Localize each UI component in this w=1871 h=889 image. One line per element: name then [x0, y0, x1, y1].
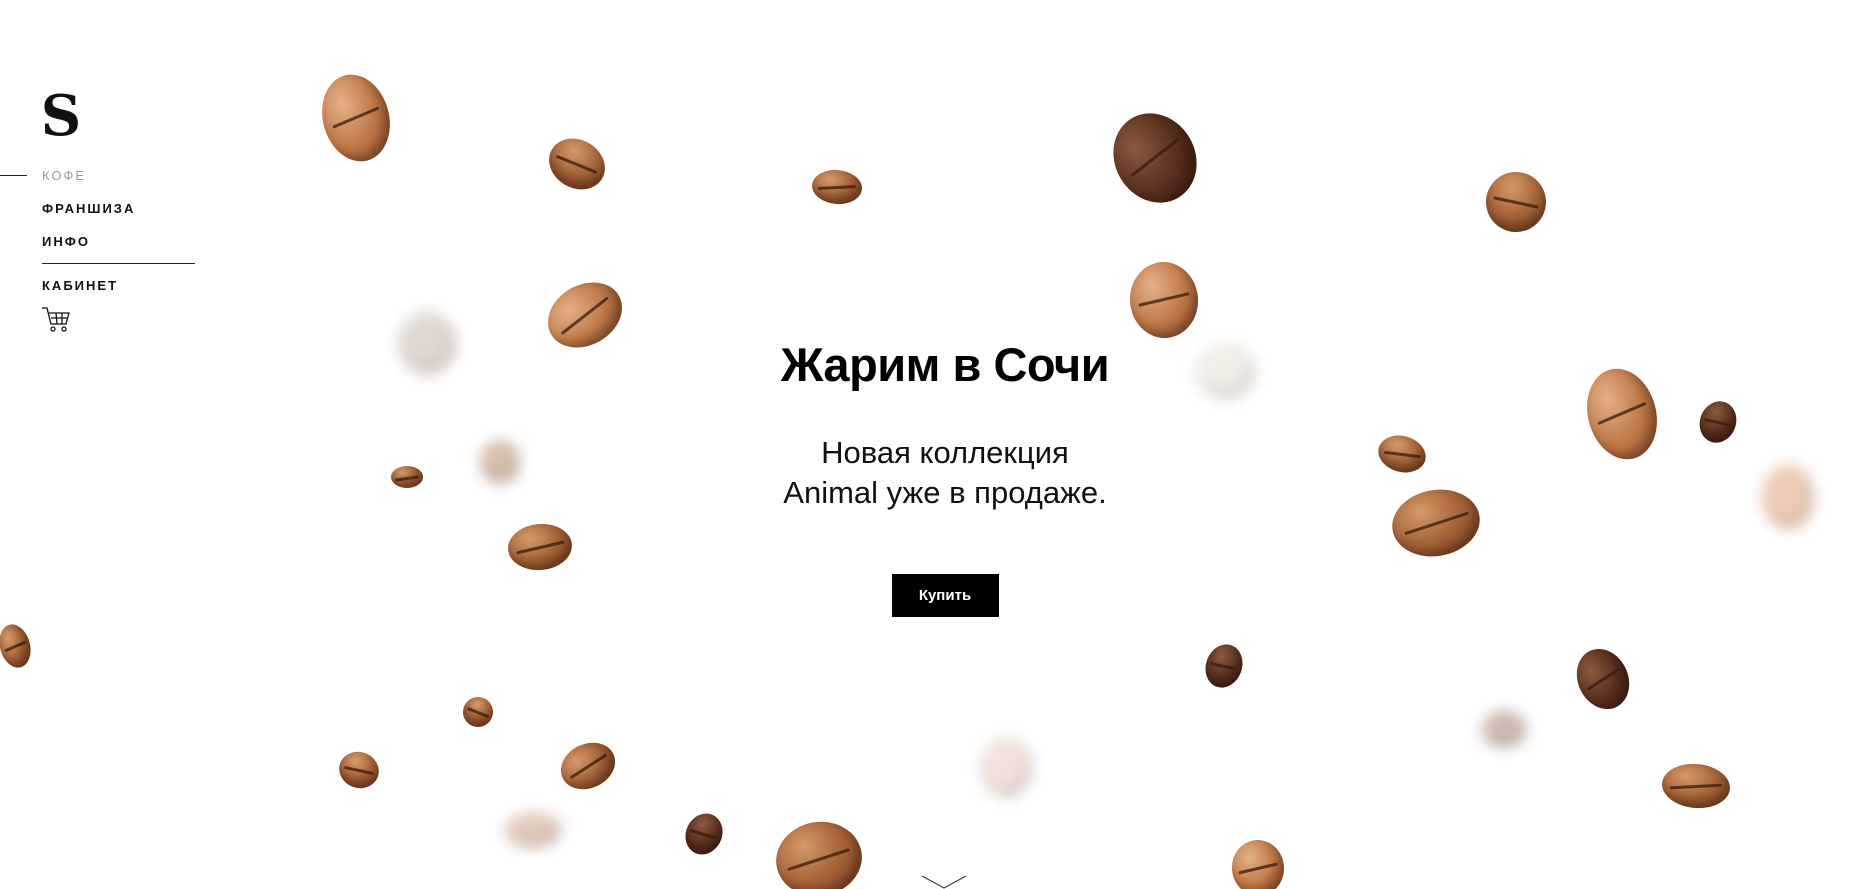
coffee-bean	[1374, 430, 1430, 478]
hero-subtitle-line-2: Animal уже в продаже.	[783, 475, 1107, 510]
coffee-bean	[312, 66, 400, 170]
hero-title: Жарим в Сочи	[780, 338, 1110, 391]
buy-button[interactable]: Купить	[891, 574, 999, 617]
coffee-bean	[1199, 639, 1249, 693]
coffee-bean	[980, 737, 1032, 797]
coffee-bean	[770, 815, 868, 889]
coffee-bean	[398, 312, 456, 374]
coffee-bean	[1229, 837, 1287, 889]
nav-divider	[42, 263, 195, 264]
coffee-bean	[1482, 710, 1526, 748]
page: S КОФЕ ФРАНШИЗА ИНФО КАБИНЕТ Жарим в Соч…	[0, 0, 1871, 889]
chevron-down-icon[interactable]	[921, 875, 967, 889]
coffee-bean	[553, 734, 623, 798]
coffee-bean	[1126, 259, 1202, 341]
active-nav-indicator	[0, 175, 27, 176]
hero: Жарим в Сочи Новая коллекция Animal уже …	[640, 330, 1250, 617]
sidebar: S КОФЕ ФРАНШИЗА ИНФО КАБИНЕТ	[0, 0, 200, 360]
coffee-bean	[1577, 360, 1667, 468]
coffee-bean	[1762, 465, 1814, 529]
coffee-bean	[1693, 396, 1743, 448]
nav-item-coffee[interactable]: КОФЕ	[42, 168, 86, 183]
coffee-bean	[1386, 482, 1486, 564]
coffee-bean	[480, 440, 520, 484]
coffee-bean	[505, 812, 561, 848]
nav-item-info[interactable]: ИНФО	[42, 234, 90, 249]
hero-subtitle: Новая коллекция Animal уже в продаже.	[640, 433, 1250, 513]
coffee-bean	[1567, 640, 1639, 718]
coffee-bean	[536, 269, 634, 361]
coffee-bean	[1660, 761, 1732, 811]
coffee-bean	[457, 691, 499, 733]
hero-subtitle-line-1: Новая коллекция	[821, 435, 1069, 470]
coffee-bean	[0, 620, 36, 672]
coffee-bean	[1097, 98, 1213, 218]
coffee-bean	[506, 521, 574, 573]
coffee-bean	[1477, 163, 1555, 241]
coffee-bean	[334, 746, 384, 794]
logo[interactable]: S	[41, 88, 81, 144]
coffee-bean	[539, 128, 615, 200]
cart-icon[interactable]	[41, 306, 71, 334]
nav-item-franchise[interactable]: ФРАНШИЗА	[42, 201, 135, 216]
coffee-bean	[678, 807, 730, 861]
coffee-bean	[810, 167, 864, 207]
cabinet-link[interactable]: КАБИНЕТ	[42, 278, 118, 293]
coffee-bean	[391, 466, 423, 488]
